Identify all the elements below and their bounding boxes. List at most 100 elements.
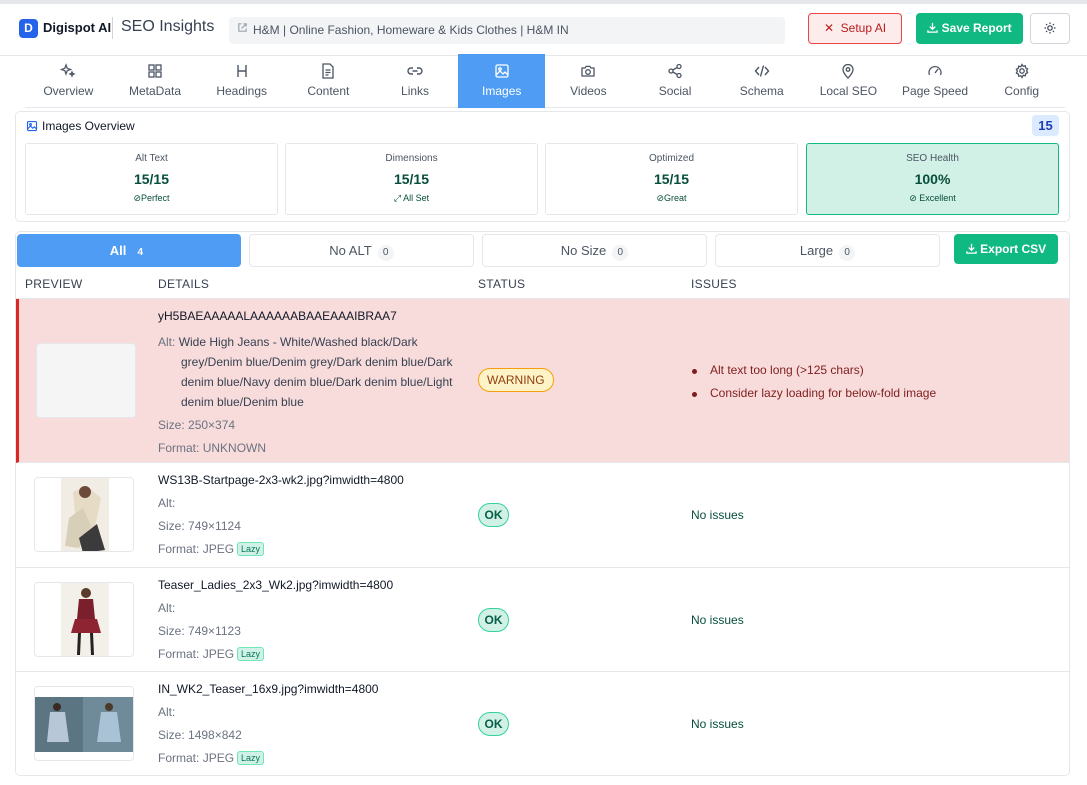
sun-icon <box>1044 20 1056 36</box>
app-header: D Digispot AI SEO Insights H&M | Online … <box>0 0 1087 56</box>
filter-count: 0 <box>377 245 394 261</box>
lazy-badge: Lazy <box>237 542 265 556</box>
tab-label: Page Speed <box>902 84 969 98</box>
format-value: JPEG <box>202 647 235 661</box>
no-issues-text: No issues <box>691 613 744 627</box>
format-value: JPEG <box>202 542 235 556</box>
image-format: Format: JPEG Lazy <box>158 647 393 670</box>
tab-label: Local SEO <box>819 84 878 98</box>
filter-label: No Size <box>560 243 607 258</box>
tab-images[interactable]: Images <box>458 54 546 108</box>
alt-label: Alt: <box>158 601 176 615</box>
expand-icon: ⤢ <box>393 193 402 203</box>
grid-icon <box>112 60 199 80</box>
stat-alt-text: Alt Text 15/15 ⊘Perfect <box>25 143 278 215</box>
image-size: Size: 1498×842 <box>158 728 378 751</box>
download-icon <box>966 242 977 256</box>
tab-config[interactable]: Config <box>978 54 1065 108</box>
tab-schema[interactable]: Schema <box>718 54 805 108</box>
alt-value: Wide High Jeans - White/Washed black/Dar… <box>178 335 453 409</box>
stat-sub-label: Excellent <box>919 193 956 203</box>
page-url-field[interactable]: H&M | Online Fashion, Homeware & Kids Cl… <box>229 17 785 44</box>
tab-links[interactable]: Links <box>372 54 459 108</box>
filter-count: 0 <box>612 245 629 261</box>
document-icon <box>285 60 372 80</box>
save-report-label: Save Report <box>941 21 1012 35</box>
tab-label: Overview <box>43 84 94 98</box>
tab-label: Links <box>401 84 430 98</box>
close-icon: ✕ <box>823 21 834 35</box>
stat-title: SEO Health <box>906 153 959 164</box>
filter-count: 0 <box>839 245 856 261</box>
image-format: Format: UNKNOWN <box>158 441 460 464</box>
code-icon <box>718 60 805 80</box>
issues-list: Alt text too long (>125 chars) Consider … <box>691 363 936 409</box>
filter-no-size[interactable]: No Size 0 <box>482 234 707 267</box>
status-badge: OK <box>478 608 509 632</box>
theme-toggle-button[interactable] <box>1030 13 1070 44</box>
tab-videos[interactable]: Videos <box>545 54 632 108</box>
image-format: Format: JPEG Lazy <box>158 751 378 774</box>
stat-sub-label: Great <box>664 193 687 203</box>
filter-all[interactable]: All 4 <box>17 234 241 267</box>
tab-headings[interactable]: Headings <box>198 54 285 108</box>
stat-value: 15/15 <box>393 171 430 187</box>
table-row[interactable]: yH5BAEAAAAALAAAAAABAAEAAAIBRAA7 Alt: Wid… <box>16 299 1069 464</box>
table-row[interactable]: WS13B-Startpage-2x3-wk2.jpg?imwidth=4800… <box>16 463 1069 568</box>
table-row[interactable]: IN_WK2_Teaser_16x9.jpg?imwidth=4800 Alt:… <box>16 672 1069 775</box>
size-value: 749×1123 <box>188 624 241 638</box>
table-row[interactable]: Teaser_Ladies_2x3_Wk2.jpg?imwidth=4800 A… <box>16 568 1069 672</box>
stat-sub: ⊘ Excellent <box>807 193 1058 204</box>
alt-label: Alt: <box>158 705 176 719</box>
image-preview <box>34 686 134 761</box>
tab-label: Images <box>482 84 522 98</box>
stat-title: Alt Text <box>135 153 168 164</box>
image-alt: Alt: <box>158 601 393 624</box>
no-issues-text: No issues <box>691 717 744 731</box>
save-report-button[interactable]: Save Report <box>916 13 1023 44</box>
size-label: Size: <box>158 728 185 742</box>
camera-icon <box>545 60 632 80</box>
stat-seo-health: SEO Health 100% ⊘ Excellent <box>806 143 1059 215</box>
image-filename: yH5BAEAAAAALAAAAAABAAEAAAIBRAA7 <box>158 309 397 323</box>
tab-label: Config <box>1004 84 1040 98</box>
tab-overview[interactable]: Overview <box>25 54 112 108</box>
format-label: Format: <box>158 751 200 765</box>
image-icon <box>26 120 38 132</box>
image-size: Size: 749×1123 <box>158 624 393 647</box>
tab-content[interactable]: Content <box>285 54 372 108</box>
format-label: Format: <box>158 542 200 556</box>
tab-metadata[interactable]: MetaData <box>112 54 199 108</box>
image-format: Format: JPEG Lazy <box>158 542 404 565</box>
image-count-badge: 15 <box>1032 115 1059 136</box>
image-size: Size: 749×1124 <box>158 519 404 542</box>
gear-icon <box>978 60 1065 80</box>
export-csv-button[interactable]: Export CSV <box>954 234 1058 264</box>
col-details: DETAILS <box>158 277 210 291</box>
export-csv-label: Export CSV <box>980 242 1047 256</box>
stat-sub: ⤢ All Set <box>286 193 537 204</box>
tab-social[interactable]: Social <box>632 54 719 108</box>
external-link-icon <box>237 17 248 44</box>
filter-large[interactable]: Large 0 <box>715 234 940 267</box>
setup-ai-button[interactable]: ✕ Setup AI <box>808 13 902 44</box>
overview-title: Images Overview <box>42 119 135 133</box>
size-value: 250×374 <box>188 418 236 432</box>
stat-dimensions: Dimensions 15/15 ⤢ All Set <box>285 143 538 215</box>
status-badge: WARNING <box>478 368 554 392</box>
filter-no-alt[interactable]: No ALT 0 <box>249 234 474 267</box>
stat-sub-label: All Set <box>403 193 430 203</box>
brand-name: Digispot AI <box>43 20 112 35</box>
tab-label: Schema <box>739 84 784 98</box>
issue-item: Alt text too long (>125 chars) <box>691 363 936 386</box>
tab-label: Social <box>658 84 692 98</box>
gauge-icon <box>892 60 979 80</box>
tab-page-speed[interactable]: Page Speed <box>892 54 979 108</box>
stat-sub-label: Perfect <box>141 193 170 203</box>
tab-local-seo[interactable]: Local SEO <box>805 54 892 108</box>
alt-label: Alt: <box>158 496 176 510</box>
stat-value: 100% <box>914 171 951 187</box>
link-icon <box>372 60 459 80</box>
overview-heading: Images Overview <box>26 119 135 133</box>
image-details: Teaser_Ladies_2x3_Wk2.jpg?imwidth=4800 A… <box>158 578 393 670</box>
